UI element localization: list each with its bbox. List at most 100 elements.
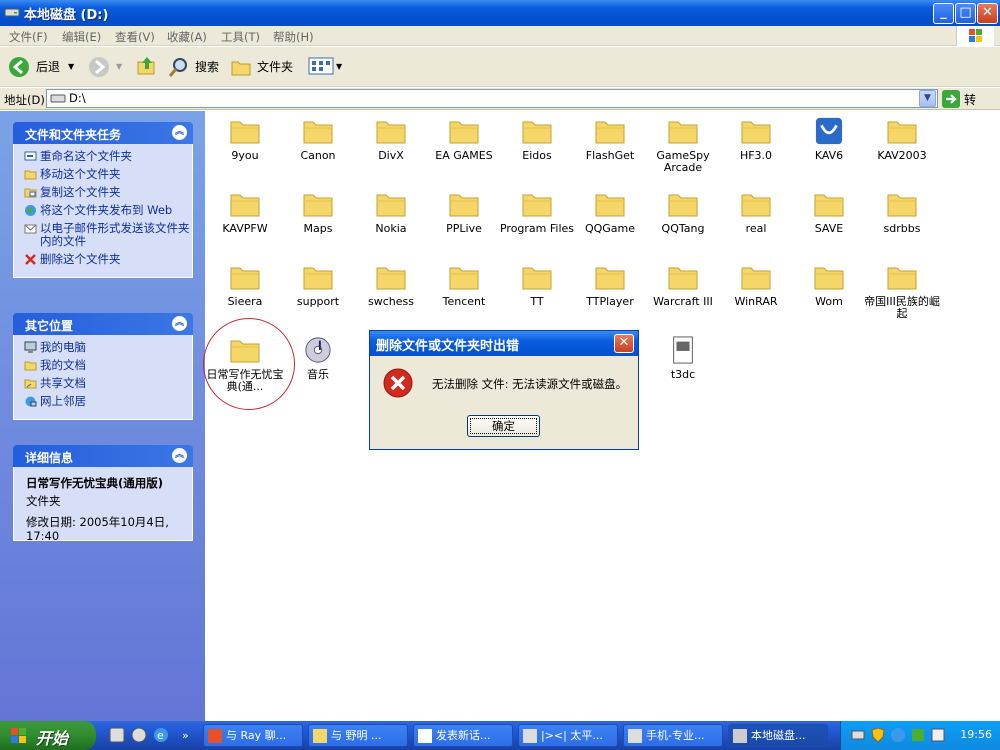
- folder-item[interactable]: SAVE: [789, 190, 869, 235]
- folder-item[interactable]: Wom: [789, 263, 869, 308]
- task-delete[interactable]: 删除这个文件夹: [24, 253, 192, 266]
- quicklaunch-chat-icon[interactable]: [130, 726, 148, 744]
- folder-item[interactable]: Maps: [278, 190, 358, 235]
- folder-item[interactable]: 9you: [205, 117, 285, 162]
- folder-icon: [668, 267, 698, 290]
- search-icon: [168, 58, 187, 77]
- item-label: sdrbbs: [883, 222, 921, 235]
- taskbar-button[interactable]: 发表新话...: [413, 724, 513, 747]
- task-rename[interactable]: 重命名这个文件夹: [24, 150, 192, 163]
- address-dropdown-button[interactable]: ▼: [919, 90, 936, 107]
- taskbar-button-active[interactable]: 本地磁盘...: [728, 724, 828, 747]
- minimize-button[interactable]: _: [933, 3, 954, 24]
- ok-button[interactable]: 确定: [467, 415, 540, 437]
- menu-tools[interactable]: 工具(T): [221, 29, 260, 45]
- folder-item[interactable]: Eidos: [497, 117, 577, 162]
- taskbar-button[interactable]: 与 野明 ...: [308, 724, 408, 747]
- task-publish-web[interactable]: 将这个文件夹发布到 Web: [24, 204, 192, 217]
- menu-help[interactable]: 帮助(H): [273, 29, 314, 45]
- menu-favorites[interactable]: 收藏(A): [167, 29, 207, 45]
- menu-view[interactable]: 查看(V): [115, 29, 155, 45]
- tray-info-icon[interactable]: [889, 726, 907, 744]
- folder-item[interactable]: sdrbbs: [862, 190, 942, 235]
- folder-item[interactable]: Tencent: [424, 263, 504, 308]
- tray-app-icon[interactable]: [909, 726, 927, 744]
- start-button[interactable]: 开始: [0, 721, 96, 750]
- menu-file[interactable]: 文件(F): [9, 29, 48, 45]
- folder-item[interactable]: EA GAMES: [424, 117, 504, 162]
- tray-network-icon[interactable]: [849, 726, 867, 744]
- folder-item[interactable]: FlashGet: [570, 117, 650, 162]
- folder-item[interactable]: 帝国III民族的崛起: [862, 263, 942, 320]
- menu-edit[interactable]: 编辑(E): [62, 29, 101, 45]
- folder-item[interactable]: TTPlayer: [570, 263, 650, 308]
- tray-shield-icon[interactable]: [869, 726, 887, 744]
- folder-item[interactable]: GameSpy Arcade: [643, 117, 723, 174]
- place-my-computer[interactable]: 我的电脑: [24, 341, 192, 354]
- file-item[interactable]: t3dc: [643, 336, 723, 381]
- item-label: 9you: [231, 149, 259, 162]
- folder-item[interactable]: Sieera: [205, 263, 285, 308]
- folder-item[interactable]: HF3.0: [716, 117, 796, 162]
- folder-icon: [449, 194, 479, 217]
- folder-item[interactable]: real: [716, 190, 796, 235]
- back-button[interactable]: 后退 ▼: [8, 55, 88, 79]
- close-button[interactable]: ✕: [977, 3, 998, 24]
- item-label: TT: [530, 295, 544, 308]
- folder-item[interactable]: KAV2003: [862, 117, 942, 162]
- folder-icon: [741, 194, 771, 217]
- quicklaunch-more-icon[interactable]: »: [178, 726, 196, 744]
- file-tasks-header[interactable]: 文件和文件夹任务 ︽: [13, 122, 193, 144]
- tray-app-icon[interactable]: [929, 726, 947, 744]
- quicklaunch-icon[interactable]: [108, 726, 126, 744]
- taskbar-button[interactable]: 手机-专业...: [623, 724, 723, 747]
- collapse-icon[interactable]: ︽: [172, 448, 187, 463]
- item-label: SAVE: [814, 222, 844, 235]
- folder-item[interactable]: Warcraft III: [643, 263, 723, 308]
- search-button[interactable]: 搜索: [168, 55, 224, 79]
- file-item[interactable]: KAV6: [789, 117, 869, 162]
- item-label: Wom: [815, 295, 843, 308]
- folder-item[interactable]: QQGame: [570, 190, 650, 235]
- folder-item[interactable]: swchess: [351, 263, 431, 308]
- forward-button[interactable]: ▼: [88, 55, 124, 79]
- folder-item[interactable]: WinRAR: [716, 263, 796, 308]
- folder-icon: [887, 194, 917, 217]
- place-shared-documents[interactable]: 共享文档: [24, 377, 192, 390]
- folder-item[interactable]: Nokia: [351, 190, 431, 235]
- address-input[interactable]: D:\: [46, 89, 938, 108]
- collapse-icon[interactable]: ︽: [172, 316, 187, 331]
- internet-explorer-icon[interactable]: e: [152, 726, 170, 744]
- details-header[interactable]: 详细信息 ︽: [13, 445, 193, 467]
- folder-item[interactable]: Canon: [278, 117, 358, 162]
- folders-button[interactable]: 文件夹: [230, 55, 296, 79]
- item-label: Sieera: [227, 295, 263, 308]
- computer-icon: [24, 341, 37, 353]
- folder-item[interactable]: Program Files: [497, 190, 577, 235]
- taskbar-button[interactable]: |><| 太平...: [518, 724, 618, 747]
- task-email[interactable]: 以电子邮件形式发送该文件夹内的文件: [24, 222, 192, 248]
- item-label: Maps: [303, 222, 333, 235]
- item-label: GameSpy Arcade: [656, 149, 710, 174]
- folder-item[interactable]: PPLive: [424, 190, 504, 235]
- folder-item[interactable]: TT: [497, 263, 577, 308]
- folder-item[interactable]: support: [278, 263, 358, 308]
- folder-icon: [303, 121, 333, 144]
- place-my-documents[interactable]: 我的文档: [24, 359, 192, 372]
- collapse-icon[interactable]: ︽: [172, 125, 187, 140]
- folder-item[interactable]: DivX: [351, 117, 431, 162]
- globe-icon: [25, 205, 36, 216]
- views-button[interactable]: ▼: [308, 55, 344, 79]
- maximize-button[interactable]: □: [955, 3, 976, 24]
- error-icon: [383, 368, 413, 398]
- dialog-close-button[interactable]: ✕: [614, 334, 634, 353]
- taskbar-button[interactable]: 与 Ray 聊...: [203, 724, 303, 747]
- task-move[interactable]: 移动这个文件夹: [24, 168, 192, 181]
- folder-item[interactable]: QQTang: [643, 190, 723, 235]
- folder-item[interactable]: KAVPFW: [205, 190, 285, 235]
- other-places-header[interactable]: 其它位置 ︽: [13, 313, 193, 335]
- taskbar: 开始 e » 与 Ray 聊... 与 野明 ... 发表新话... |><| …: [0, 721, 1000, 750]
- place-network[interactable]: 网上邻居: [24, 395, 192, 408]
- task-copy[interactable]: 复制这个文件夹: [24, 186, 192, 199]
- up-button[interactable]: [136, 55, 158, 79]
